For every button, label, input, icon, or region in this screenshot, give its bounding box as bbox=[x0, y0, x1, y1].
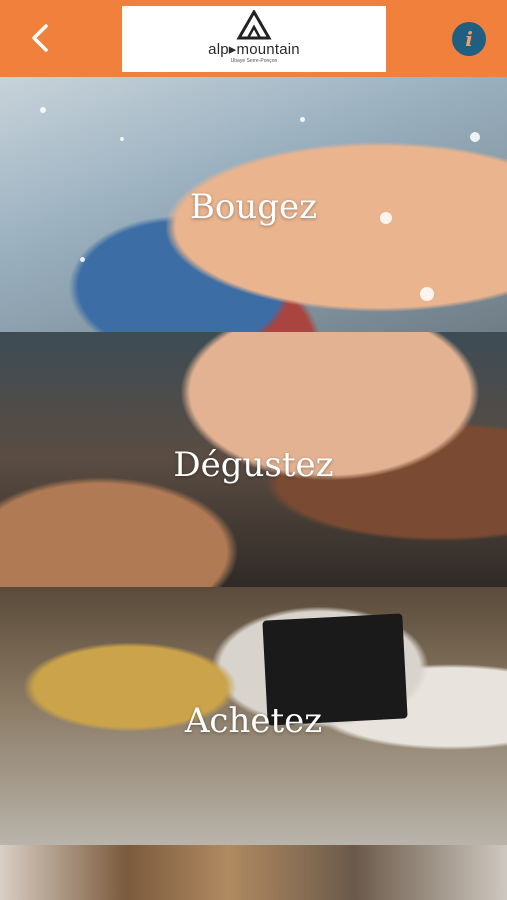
tile-degustez[interactable]: Dégustez bbox=[0, 332, 507, 587]
snow-decoration bbox=[40, 107, 46, 113]
tile-label: Dégustez bbox=[173, 445, 334, 485]
snow-decoration bbox=[120, 137, 124, 141]
logo-subtitle: Ubaye Serre-Ponçon bbox=[230, 58, 278, 64]
top-bar: alp▸mountain Ubaye Serre-Ponçon i bbox=[0, 0, 507, 77]
snow-decoration bbox=[420, 287, 434, 301]
app-screen: alp▸mountain Ubaye Serre-Ponçon i Bougez… bbox=[0, 0, 507, 900]
chevron-left-icon bbox=[32, 24, 48, 52]
tile-label: Bougez bbox=[189, 187, 318, 227]
tile-achetez[interactable]: Achetez bbox=[0, 587, 507, 845]
brand-logo: alp▸mountain Ubaye Serre-Ponçon bbox=[122, 6, 386, 72]
back-button[interactable] bbox=[22, 20, 58, 56]
mountain-logo-icon bbox=[236, 10, 272, 40]
snow-decoration bbox=[80, 257, 85, 262]
snow-decoration bbox=[470, 132, 480, 142]
info-button[interactable]: i bbox=[452, 22, 486, 56]
tile-bougez[interactable]: Bougez bbox=[0, 77, 507, 332]
snow-decoration bbox=[300, 117, 305, 122]
logo-text: alp▸mountain bbox=[208, 41, 300, 58]
tile-label: Achetez bbox=[184, 701, 323, 741]
tile-next-partial[interactable] bbox=[0, 845, 507, 900]
